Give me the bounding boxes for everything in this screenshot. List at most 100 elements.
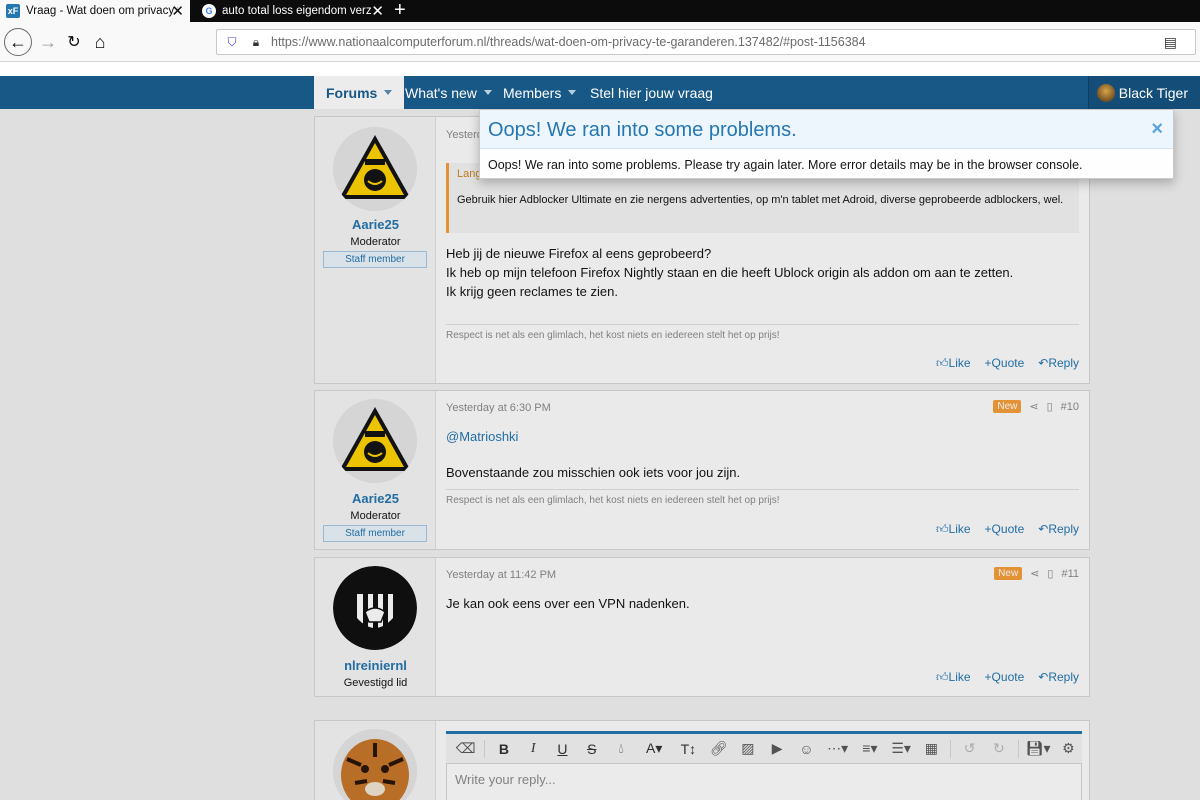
share-icon[interactable]: ⋖: [1030, 567, 1039, 580]
user-title: Moderator: [350, 510, 401, 522]
link-icon[interactable]: 🔗︎: [705, 740, 732, 757]
browser-tab-active[interactable]: xF Vraag - Wat doen om privacy te ✕: [0, 0, 190, 22]
dialog-message: Oops! We ran into some problems. Please …: [488, 158, 1083, 172]
new-badge: New: [993, 400, 1022, 413]
font-family-icon[interactable]: A▾: [637, 740, 672, 757]
share-icon[interactable]: ⋖: [1029, 400, 1038, 413]
reload-icon[interactable]: ↻: [62, 30, 86, 54]
italic-icon[interactable]: I: [520, 741, 547, 757]
close-tab-icon[interactable]: ✕: [171, 2, 184, 20]
post-body: Je kan ook eens over een VPN nadenken.: [446, 596, 690, 611]
avatar: [1096, 83, 1115, 102]
post-date[interactable]: Yesterday at 6:30 PM: [446, 402, 551, 414]
align-icon[interactable]: ≡▾: [855, 740, 884, 757]
back-arrow-icon[interactable]: ←: [4, 28, 32, 56]
color-drop-icon[interactable]: 💧︎: [607, 740, 634, 757]
post-actions: 👍︎Like +Quote ↶Reply: [936, 356, 1079, 371]
nav-members-label: Members: [503, 84, 562, 101]
reply-arrow-icon: ↶: [1038, 356, 1049, 370]
virus-warning-avatar-icon: [333, 127, 417, 211]
post-line: Ik heb op mijn telefoon Firefox Nightly …: [446, 265, 1014, 280]
reply-input[interactable]: Write your reply...: [446, 763, 1082, 800]
nav-forums[interactable]: Forums: [314, 76, 405, 109]
close-tab-icon[interactable]: ✕: [371, 2, 384, 20]
underline-icon[interactable]: U: [549, 741, 576, 757]
more-options-icon[interactable]: ⋯▾: [822, 740, 853, 757]
like-label: Like: [948, 522, 971, 536]
virus-warning-avatar-icon: [333, 399, 417, 483]
forward-arrow-icon[interactable]: →: [36, 30, 60, 54]
bookmark-icon[interactable]: ▯: [1047, 567, 1053, 580]
chevron-down-icon[interactable]: [384, 90, 393, 95]
nav-stel-vraag[interactable]: Stel hier jouw vraag: [590, 76, 713, 109]
staff-badge: Staff member: [323, 251, 427, 268]
like-button[interactable]: 👍︎Like: [936, 670, 971, 685]
nav-members[interactable]: Members: [503, 76, 577, 109]
forum-navigation: Forums What's new Members Stel hier jouw…: [0, 76, 1200, 109]
media-icon[interactable]: ▶: [764, 740, 791, 757]
undo-icon[interactable]: ↺: [956, 740, 983, 757]
lock-icon[interactable]: 🔒︎: [247, 33, 265, 51]
font-size-icon[interactable]: T↕: [674, 741, 703, 757]
post-user-cell: Aarie25 Moderator Staff member: [315, 117, 436, 383]
avatar[interactable]: [333, 127, 417, 211]
post-date[interactable]: Yesterd: [446, 129, 483, 141]
reply-button[interactable]: ↶Reply: [1038, 522, 1079, 537]
toolbar-divider: [950, 739, 951, 758]
drafts-icon[interactable]: 💾︎▾: [1024, 740, 1053, 757]
reader-view-icon[interactable]: ▤: [1164, 34, 1177, 51]
list-icon[interactable]: ☰▾: [887, 740, 916, 757]
reply-button[interactable]: ↶Reply: [1038, 356, 1079, 371]
redo-icon[interactable]: ↻: [985, 740, 1012, 757]
gear-icon[interactable]: ⚙: [1055, 740, 1082, 757]
quote-button[interactable]: +Quote: [985, 522, 1025, 537]
username[interactable]: nlreiniernl: [315, 658, 436, 673]
post-user-cell: Aarie25 Moderator Staff member: [315, 391, 436, 549]
browser-tab[interactable]: G auto total loss eigendom verze ✕: [196, 0, 390, 22]
url-bar[interactable]: ⛉ 🔒︎ https://www.nationaalcomputerforum.…: [216, 29, 1196, 55]
chevron-down-icon[interactable]: [568, 90, 577, 95]
close-icon[interactable]: ×: [1151, 118, 1163, 141]
strikethrough-icon[interactable]: S: [578, 741, 605, 757]
bookmark-icon[interactable]: ▯: [1047, 400, 1053, 413]
like-label: Like: [948, 670, 971, 684]
like-button[interactable]: 👍︎Like: [936, 356, 971, 371]
post: Aarie25 Moderator Staff member Yesterday…: [314, 390, 1090, 550]
quote-button[interactable]: +Quote: [985, 356, 1025, 371]
home-icon[interactable]: ⌂: [88, 30, 112, 54]
post-meta-tools: New ⋖ ▯ #11: [994, 567, 1079, 580]
shield-icon[interactable]: ⛉: [223, 33, 241, 51]
thumbs-up-icon: 👍︎: [935, 522, 949, 536]
post-date[interactable]: Yesterday at 11:42 PM: [446, 569, 556, 581]
reply-button[interactable]: ↶Reply: [1038, 670, 1079, 685]
bold-icon[interactable]: B: [490, 741, 517, 757]
quote-author[interactable]: Lang: [457, 168, 481, 180]
post-number[interactable]: #11: [1061, 568, 1079, 580]
dialog-title: Oops! We ran into some problems.: [488, 119, 797, 141]
new-tab-plus-icon[interactable]: +: [394, 0, 406, 22]
user-menu[interactable]: Black Tiger: [1087, 76, 1200, 109]
thumbs-up-icon: 👍︎: [935, 670, 949, 684]
quote-button[interactable]: +Quote: [985, 670, 1025, 685]
juventus-logo-avatar-icon: [333, 566, 417, 650]
avatar[interactable]: [333, 399, 417, 483]
error-dialog: Oops! We ran into some problems. × Oops!…: [479, 109, 1174, 179]
post-number[interactable]: #10: [1061, 401, 1079, 413]
table-icon[interactable]: ▦: [918, 740, 945, 757]
username[interactable]: Aarie25: [315, 491, 436, 506]
chevron-down-icon[interactable]: [483, 90, 492, 95]
signature-divider: [446, 324, 1079, 325]
url-text[interactable]: https://www.nationaalcomputerforum.nl/th…: [271, 35, 866, 49]
username[interactable]: Aarie25: [315, 217, 436, 232]
eraser-icon[interactable]: ⌫: [452, 740, 479, 757]
browser-tab-bar: xF Vraag - Wat doen om privacy te ✕ G au…: [0, 0, 1200, 22]
nav-whats-new[interactable]: What's new: [405, 76, 492, 109]
post-actions: 👍︎Like +Quote ↶Reply: [936, 522, 1079, 537]
smiley-icon[interactable]: ☺: [793, 741, 820, 757]
mention[interactable]: @Matrioshki: [446, 427, 518, 446]
nav-stel-vraag-label: Stel hier jouw vraag: [590, 84, 713, 101]
avatar[interactable]: [333, 566, 417, 650]
signature: Respect is net als een glimlach, het kos…: [446, 330, 780, 341]
image-icon[interactable]: ▨: [734, 740, 761, 757]
like-button[interactable]: 👍︎Like: [936, 522, 971, 537]
